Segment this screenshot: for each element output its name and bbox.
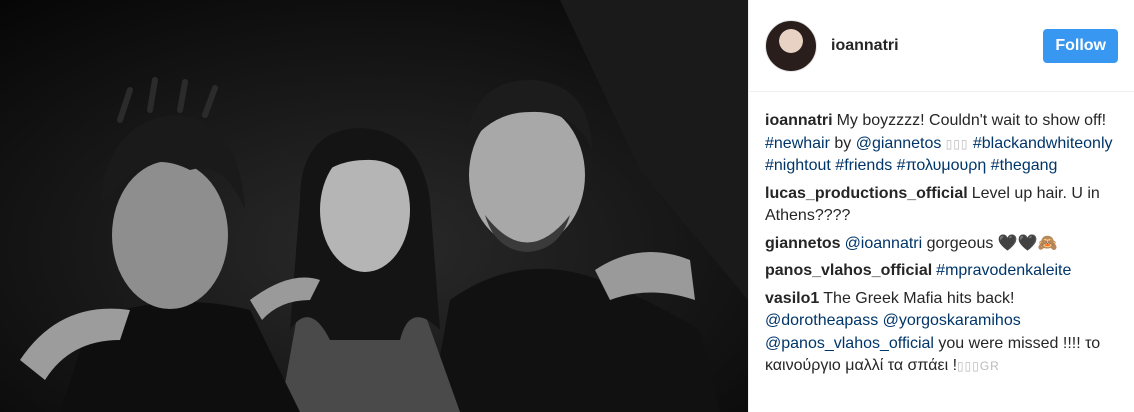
post-author-username[interactable]: ioannatri — [831, 37, 1043, 55]
mention-link[interactable]: @giannetos — [856, 135, 942, 152]
comment-text: The Greek Mafia hits back! — [823, 289, 1015, 307]
comment-item: giannetos @ioannatri gorgeous 🖤🖤🙈 — [765, 233, 1118, 256]
post-photo[interactable] — [0, 0, 748, 412]
hashtag-link[interactable]: #thegang — [991, 157, 1058, 174]
comment-item: vasilo1 The Greek Mafia hits back! @dorot… — [765, 288, 1118, 378]
hashtag-link[interactable]: #nightout — [765, 157, 831, 174]
comment-username[interactable]: ioannatri — [765, 112, 833, 129]
hashtag-link[interactable]: #blackandwhiteonly — [973, 135, 1113, 152]
mention-link[interactable]: @dorotheapass — [765, 312, 878, 329]
mention-link[interactable]: @panos_vlahos_official — [765, 335, 934, 352]
comment-item: ioannatri My boyzzzz! Couldn't wait to sh… — [765, 110, 1118, 178]
emoji-glyphs: ▯▯▯GR — [957, 359, 1000, 373]
hashtag-link[interactable]: #πολυμουρη — [897, 157, 987, 174]
comment-text: gorgeous 🖤🖤🙈 — [922, 234, 1058, 252]
mention-link[interactable]: @ioannatri — [845, 235, 923, 252]
avatar[interactable] — [765, 19, 817, 72]
comment-username[interactable]: lucas_productions_official — [765, 185, 968, 202]
comment-text: by — [829, 134, 856, 152]
photo-black-and-white-group — [0, 0, 748, 412]
hashtag-link[interactable]: #friends — [835, 157, 892, 174]
hashtag-link[interactable]: #mpravodenkaleite — [936, 262, 1071, 279]
comment-item: lucas_productions_official Level up hair.… — [765, 183, 1118, 228]
follow-button[interactable]: Follow — [1043, 28, 1118, 63]
mention-link[interactable]: @yorgoskaramihos — [883, 312, 1021, 329]
post-header: ioannatri Follow — [749, 0, 1134, 92]
comment-item: panos_vlahos_official #mpravodenkaleite — [765, 260, 1118, 283]
comment-username[interactable]: vasilo1 — [765, 290, 819, 307]
comments-list: ioannatri My boyzzzz! Couldn't wait to sh… — [749, 92, 1134, 378]
post-sidebar: ioannatri Follow ioannatri My boyzzzz! Co… — [748, 0, 1134, 412]
comment-username[interactable]: panos_vlahos_official — [765, 262, 932, 279]
comment-username[interactable]: giannetos — [765, 235, 841, 252]
instagram-post: ioannatri Follow ioannatri My boyzzzz! Co… — [0, 0, 1134, 412]
hashtag-link[interactable]: #newhair — [765, 135, 830, 152]
emoji-glyphs: ▯▯▯ — [941, 136, 973, 151]
comment-text: My boyzzzz! Couldn't wait to show off! — [836, 112, 1107, 129]
